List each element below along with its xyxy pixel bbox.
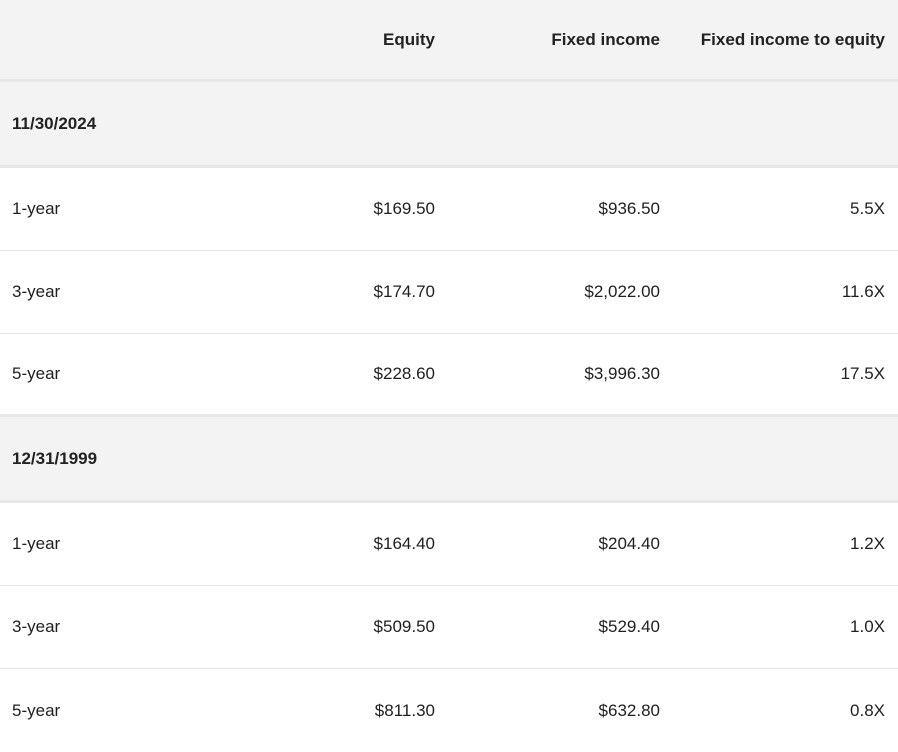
comparison-table: Equity Fixed income Fixed income to equi…	[0, 0, 898, 752]
table-header-row: Equity Fixed income Fixed income to equi…	[0, 0, 898, 82]
row-ratio-value: 1.0X	[850, 617, 885, 636]
row-fixed-income-value: $2,022.00	[584, 282, 660, 301]
row-equity-value: $169.50	[373, 199, 435, 218]
row-period: 5-year	[12, 364, 61, 383]
table-row: 5-year $811.30 $632.80 0.8X	[0, 669, 898, 752]
row-period: 1-year	[12, 199, 61, 218]
row-equity-value: $228.60	[373, 364, 435, 383]
table-row: 5-year $228.60 $3,996.30 17.5X	[0, 334, 898, 417]
row-period: 3-year	[12, 282, 61, 301]
header-fixed-income: Fixed income	[551, 29, 660, 49]
group-row-date: 11/30/2024	[0, 82, 898, 168]
row-period: 3-year	[12, 617, 61, 636]
group-date-label: 11/30/2024	[12, 113, 97, 133]
group-date-label: 12/31/1999	[12, 448, 98, 468]
table-row: 1-year $164.40 $204.40 1.2X	[0, 503, 898, 586]
row-period: 5-year	[12, 700, 61, 720]
row-ratio-value: 0.8X	[850, 700, 885, 720]
row-equity-value: $174.70	[373, 282, 435, 301]
row-equity-value: $164.40	[373, 534, 435, 553]
row-fixed-income-value: $936.50	[598, 199, 660, 218]
row-fixed-income-value: $204.40	[598, 534, 660, 553]
row-ratio-value: 5.5X	[850, 199, 885, 218]
row-ratio-value: 11.6X	[841, 282, 885, 301]
table-row: 3-year $174.70 $2,022.00 11.6X	[0, 251, 898, 334]
group-row-date: 12/31/1999	[0, 417, 898, 503]
row-fixed-income-value: $632.80	[598, 700, 660, 720]
row-ratio-value: 17.5X	[840, 364, 885, 383]
row-fixed-income-value: $529.40	[598, 617, 660, 636]
row-period: 1-year	[12, 534, 61, 553]
header-equity: Equity	[383, 29, 435, 49]
row-ratio-value: 1.2X	[850, 534, 885, 553]
table-row: 3-year $509.50 $529.40 1.0X	[0, 586, 898, 669]
row-equity-value: $811.30	[374, 700, 435, 720]
table-row: 1-year $169.50 $936.50 5.5X	[0, 168, 898, 251]
header-fixed-income-to-equity: Fixed income to equity	[700, 29, 885, 49]
row-fixed-income-value: $3,996.30	[584, 364, 660, 383]
row-equity-value: $509.50	[373, 617, 435, 636]
